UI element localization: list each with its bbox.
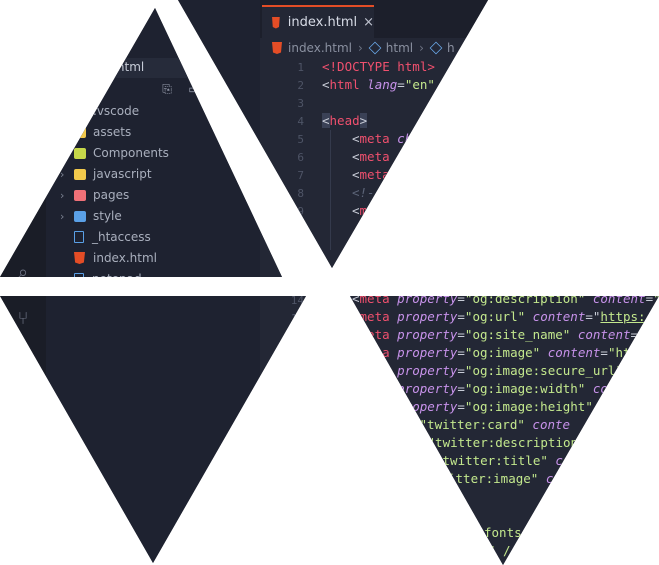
folder-icon bbox=[74, 168, 86, 180]
line-number: 2 bbox=[297, 79, 304, 92]
folder-icon bbox=[74, 105, 86, 117]
code-line-meta[interactable]: <meta property="og:site_name" content=" bbox=[352, 326, 646, 344]
html5-icon bbox=[272, 16, 280, 29]
tab-index-html[interactable]: index.html × bbox=[262, 5, 374, 38]
tree-item-label: pages bbox=[93, 188, 130, 202]
tree-item-assets[interactable]: assets bbox=[60, 122, 131, 142]
folder-icon bbox=[74, 210, 86, 222]
breadcrumb-node-head[interactable]: h bbox=[447, 41, 455, 55]
new-folder-icon[interactable]: ▭ bbox=[187, 82, 201, 96]
chevron-right-icon: › bbox=[60, 209, 65, 223]
tree-item-label: .vscode bbox=[93, 104, 140, 118]
folder-icon bbox=[74, 126, 86, 138]
line-number: 3 bbox=[297, 97, 304, 110]
line-number: 5 bbox=[297, 133, 304, 146]
tree-item-index-html[interactable]: index.html bbox=[60, 248, 157, 268]
indent-guide bbox=[350, 296, 351, 526]
chevron-right-icon: › bbox=[60, 167, 65, 181]
code-line-meta[interactable]: <meta property="og:image:secure_url" bbox=[352, 362, 623, 380]
line-number: 13 bbox=[290, 259, 304, 272]
tree-item-vscode[interactable]: .vscode bbox=[60, 101, 139, 121]
code-line-meta[interactable]: <meta bbox=[352, 166, 390, 184]
element-icon bbox=[429, 41, 443, 55]
tree-item-label: assets bbox=[93, 125, 132, 139]
code-line-comment[interactable]: <!- bbox=[352, 184, 375, 202]
activity-bar: ⑂ bbox=[0, 296, 46, 563]
breadcrumb: index.html › html › h bbox=[272, 40, 455, 56]
code-line-meta[interactable]: <m bbox=[352, 202, 367, 220]
tree-item-label: _htaccess bbox=[92, 230, 151, 244]
tree-item-label: javascript bbox=[93, 167, 152, 181]
code-line-meta[interactable]: <meta property="og:description" content=… bbox=[352, 296, 659, 308]
file-icon bbox=[74, 273, 84, 277]
code-line-meta[interactable]: itter:image" c bbox=[448, 470, 553, 488]
element-icon bbox=[368, 41, 382, 55]
tree-item-htaccess[interactable]: _htaccess bbox=[60, 227, 151, 247]
line-number: 4 bbox=[297, 115, 304, 128]
code-line-link[interactable]: " / bbox=[488, 542, 511, 560]
code-line-meta[interactable]: <meta property="og:url" content="https:/ bbox=[352, 308, 653, 326]
folder-icon bbox=[74, 147, 86, 159]
tree-item-pages[interactable]: › pages bbox=[60, 185, 129, 205]
line-number: 9 bbox=[297, 205, 304, 218]
code-line-html[interactable]: <html lang="en" bbox=[322, 76, 435, 94]
tree-item-label: style bbox=[93, 209, 122, 223]
tab-label: index.html bbox=[287, 15, 358, 30]
code-line-meta[interactable]: ="twitter:description bbox=[420, 434, 578, 452]
tree-item-label: index.html bbox=[93, 251, 157, 265]
line-number: 8 bbox=[297, 187, 304, 200]
chevron-right-icon: › bbox=[357, 41, 363, 55]
code-line-meta[interactable]: <meta bbox=[352, 148, 390, 166]
indent-guide bbox=[330, 130, 331, 250]
sidebar-title: S bbox=[116, 38, 125, 52]
search-icon[interactable]: ⌕ bbox=[12, 262, 34, 277]
breadcrumb-file[interactable]: index.html bbox=[288, 41, 352, 55]
new-file-icon[interactable]: ⎘ bbox=[160, 82, 174, 96]
tree-item-style[interactable]: › style bbox=[60, 206, 122, 226]
activity-bar: ⌕ bbox=[0, 8, 46, 277]
line-number: 17 bbox=[290, 312, 304, 325]
chevron-right-icon: › bbox=[419, 41, 424, 55]
tree-item-notepad[interactable]: notepad bbox=[60, 269, 142, 286]
editor-top-tile: index.html × index.html › html › h 1 2 3… bbox=[178, 0, 488, 272]
line-number: 7 bbox=[297, 169, 304, 182]
html5-icon bbox=[272, 42, 282, 54]
code-line-meta[interactable]: <meta ch bbox=[352, 130, 412, 148]
html5-icon bbox=[74, 252, 85, 264]
source-control-icon[interactable]: ⑂ bbox=[12, 308, 34, 330]
editor-top-panel: index.html × index.html › html › h 1 2 3… bbox=[178, 0, 488, 272]
code-line-meta[interactable]: <meta property="og:image" content="htt bbox=[352, 344, 638, 362]
breadcrumb-node-html[interactable]: html bbox=[386, 41, 413, 55]
code-line-meta[interactable]: "twitter:title" co bbox=[435, 452, 570, 470]
chevron-right-icon: › bbox=[60, 188, 65, 202]
line-number: 1 bbox=[297, 61, 304, 74]
file-icon bbox=[74, 231, 84, 243]
code-line-meta[interactable]: ="twitter:card" conte bbox=[412, 416, 570, 434]
code-line-doctype[interactable]: <!DOCTYPE html> bbox=[322, 58, 435, 76]
code-line-meta[interactable]: <meta property="og:image:width" con bbox=[352, 380, 615, 398]
code-line-link[interactable]: fonts bbox=[484, 524, 522, 542]
line-number: 6 bbox=[297, 151, 304, 164]
tree-item-label: notepad bbox=[92, 272, 142, 286]
tree-item-javascript[interactable]: › javascript bbox=[60, 164, 152, 184]
tree-item-label: Components bbox=[93, 146, 169, 160]
folder-icon bbox=[74, 189, 86, 201]
open-editor-label: x.html bbox=[106, 60, 145, 74]
tree-item-components[interactable]: Components bbox=[60, 143, 169, 163]
close-icon[interactable]: × bbox=[363, 15, 374, 30]
code-line-meta[interactable]: <meta property="og:image:height" bbox=[352, 398, 593, 416]
line-number: 14 bbox=[290, 294, 304, 307]
code-line-head[interactable]: <head> bbox=[322, 112, 368, 130]
